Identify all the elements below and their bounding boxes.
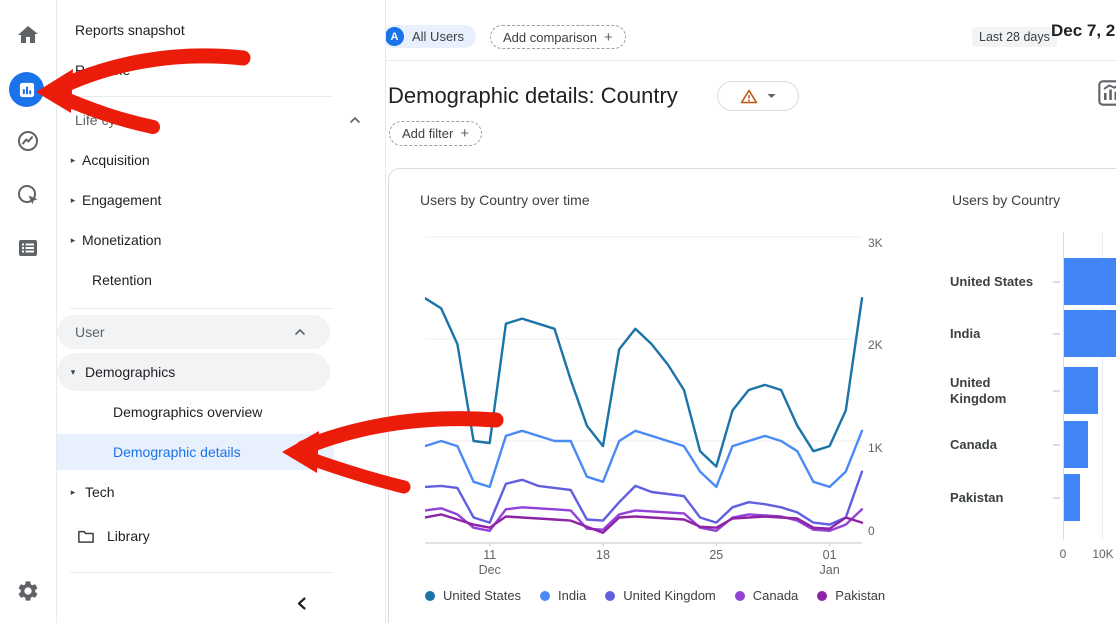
bar-category-label: India <box>950 310 1045 357</box>
add-comparison-button[interactable]: Add comparison+ <box>490 25 626 49</box>
bar-category-label: United Kingdom <box>950 367 1045 414</box>
folder-icon <box>77 529 95 544</box>
y-axis-tick: 0 <box>868 524 894 538</box>
sidebar-item-demographics-overview[interactable]: Demographics overview <box>57 396 385 428</box>
sidebar-item-acquisition[interactable]: ▸Acquisition <box>57 144 385 176</box>
bar-category-label: United States <box>950 258 1045 305</box>
sidebar-divider <box>70 96 332 97</box>
legend-item-pakistan[interactable]: Pakistan <box>817 588 885 603</box>
legend-dot <box>605 591 615 601</box>
all-users-segment-chip[interactable]: A All Users <box>383 25 476 48</box>
reports-nav-icon[interactable] <box>9 72 44 107</box>
bar-category-tick <box>1053 390 1060 392</box>
bar-category-tick <box>1053 444 1060 446</box>
bar-canada[interactable] <box>1064 421 1088 468</box>
sidebar-section-life-cycle[interactable]: Life cycle <box>57 104 385 136</box>
segment-avatar: A <box>385 27 404 46</box>
bar-india[interactable] <box>1064 310 1116 357</box>
sidebar-item-realtime[interactable]: Realtime <box>57 54 385 86</box>
explore-icon[interactable] <box>16 129 40 153</box>
legend-dot <box>540 591 550 601</box>
y-axis-tick: 1K <box>868 441 894 455</box>
insights-icon[interactable] <box>1097 79 1116 107</box>
bar-chart-icon <box>17 80 37 100</box>
bar-united-states[interactable] <box>1064 258 1116 305</box>
sidebar-item-retention[interactable]: Retention <box>57 264 385 296</box>
x-axis-tick: 01Jan <box>810 548 850 578</box>
users-over-time-line-chart[interactable] <box>425 232 866 546</box>
bar-category-tick <box>1053 333 1060 335</box>
reports-sidebar: Reports snapshot Realtime Life cycle ▸Ac… <box>57 0 386 623</box>
legend-item-united-kingdom[interactable]: United Kingdom <box>605 588 716 603</box>
advertising-icon[interactable] <box>16 183 40 207</box>
bar-x-tick: 10K <box>1089 547 1116 561</box>
bar-category-label: Pakistan <box>950 474 1045 521</box>
plus-icon: + <box>460 125 469 142</box>
x-axis-tick: 18 <box>583 548 623 563</box>
sidebar-item-reports-snapshot[interactable]: Reports snapshot <box>57 14 385 46</box>
settings-gear-icon[interactable] <box>16 579 40 603</box>
data-warning-dropdown[interactable] <box>717 81 799 111</box>
sidebar-divider <box>70 308 332 309</box>
legend-item-canada[interactable]: Canada <box>735 588 799 603</box>
sidebar-divider <box>70 572 332 573</box>
sidebar-item-engagement[interactable]: ▸Engagement <box>57 184 385 216</box>
chevron-up-icon[interactable] <box>349 116 361 124</box>
sidebar-item-library[interactable]: Library <box>57 520 385 552</box>
bar-category-label: Canada <box>950 421 1045 468</box>
expander-down-icon[interactable]: ▾ <box>57 367 79 378</box>
expander-right-icon[interactable]: ▸ <box>57 195 79 206</box>
sidebar-item-monetization[interactable]: ▸Monetization <box>57 224 385 256</box>
date-range-value[interactable]: Dec 7, 20 <box>1051 21 1116 41</box>
expander-right-icon[interactable]: ▸ <box>57 155 79 166</box>
demographic-details-item[interactable]: Demographic details <box>57 434 334 470</box>
bar-x-tick: 0 <box>1056 547 1070 561</box>
plus-icon: + <box>604 29 613 46</box>
bar-chart-title: Users by Country <box>952 192 1060 208</box>
page-title: Demographic details: Country <box>388 83 678 109</box>
segment-label: All Users <box>412 29 464 44</box>
bar-united-kingdom[interactable] <box>1064 367 1098 414</box>
nav-rail <box>0 0 57 623</box>
y-axis-tick: 2K <box>868 338 894 352</box>
date-range-label[interactable]: Last 28 days <box>972 27 1057 47</box>
legend-dot <box>735 591 745 601</box>
bar-pakistan[interactable] <box>1064 474 1080 521</box>
line-chart-title: Users by Country over time <box>420 192 590 208</box>
ga4-window: Reports snapshot Realtime Life cycle ▸Ac… <box>0 0 1116 623</box>
chevron-up-icon[interactable] <box>294 328 306 336</box>
caret-down-icon <box>767 93 776 99</box>
expander-right-icon[interactable]: ▸ <box>57 487 79 498</box>
warning-triangle-icon <box>740 88 758 105</box>
sidebar-item-demographics[interactable]: ▾ Demographics <box>57 353 330 391</box>
x-axis-tick: 11Dec <box>470 548 510 578</box>
legend-item-india[interactable]: India <box>540 588 586 603</box>
legend-item-united-states[interactable]: United States <box>425 588 521 603</box>
legend-dot <box>425 591 435 601</box>
header-divider <box>386 60 1116 61</box>
bar-category-tick <box>1053 281 1060 283</box>
expander-right-icon[interactable]: ▸ <box>57 235 79 246</box>
collapse-sidebar-icon[interactable] <box>295 596 309 611</box>
chart-legend: United States India United Kingdom Canad… <box>425 588 885 603</box>
x-axis-tick: 25 <box>696 548 736 563</box>
sidebar-section-user[interactable]: User <box>57 315 330 349</box>
library-list-icon[interactable] <box>16 236 40 260</box>
y-axis-tick: 3K <box>868 236 894 250</box>
home-icon[interactable] <box>16 23 40 47</box>
legend-dot <box>817 591 827 601</box>
sidebar-item-tech[interactable]: ▸Tech <box>57 476 385 508</box>
bar-category-tick <box>1053 497 1060 499</box>
add-filter-button[interactable]: Add filter+ <box>389 121 482 146</box>
